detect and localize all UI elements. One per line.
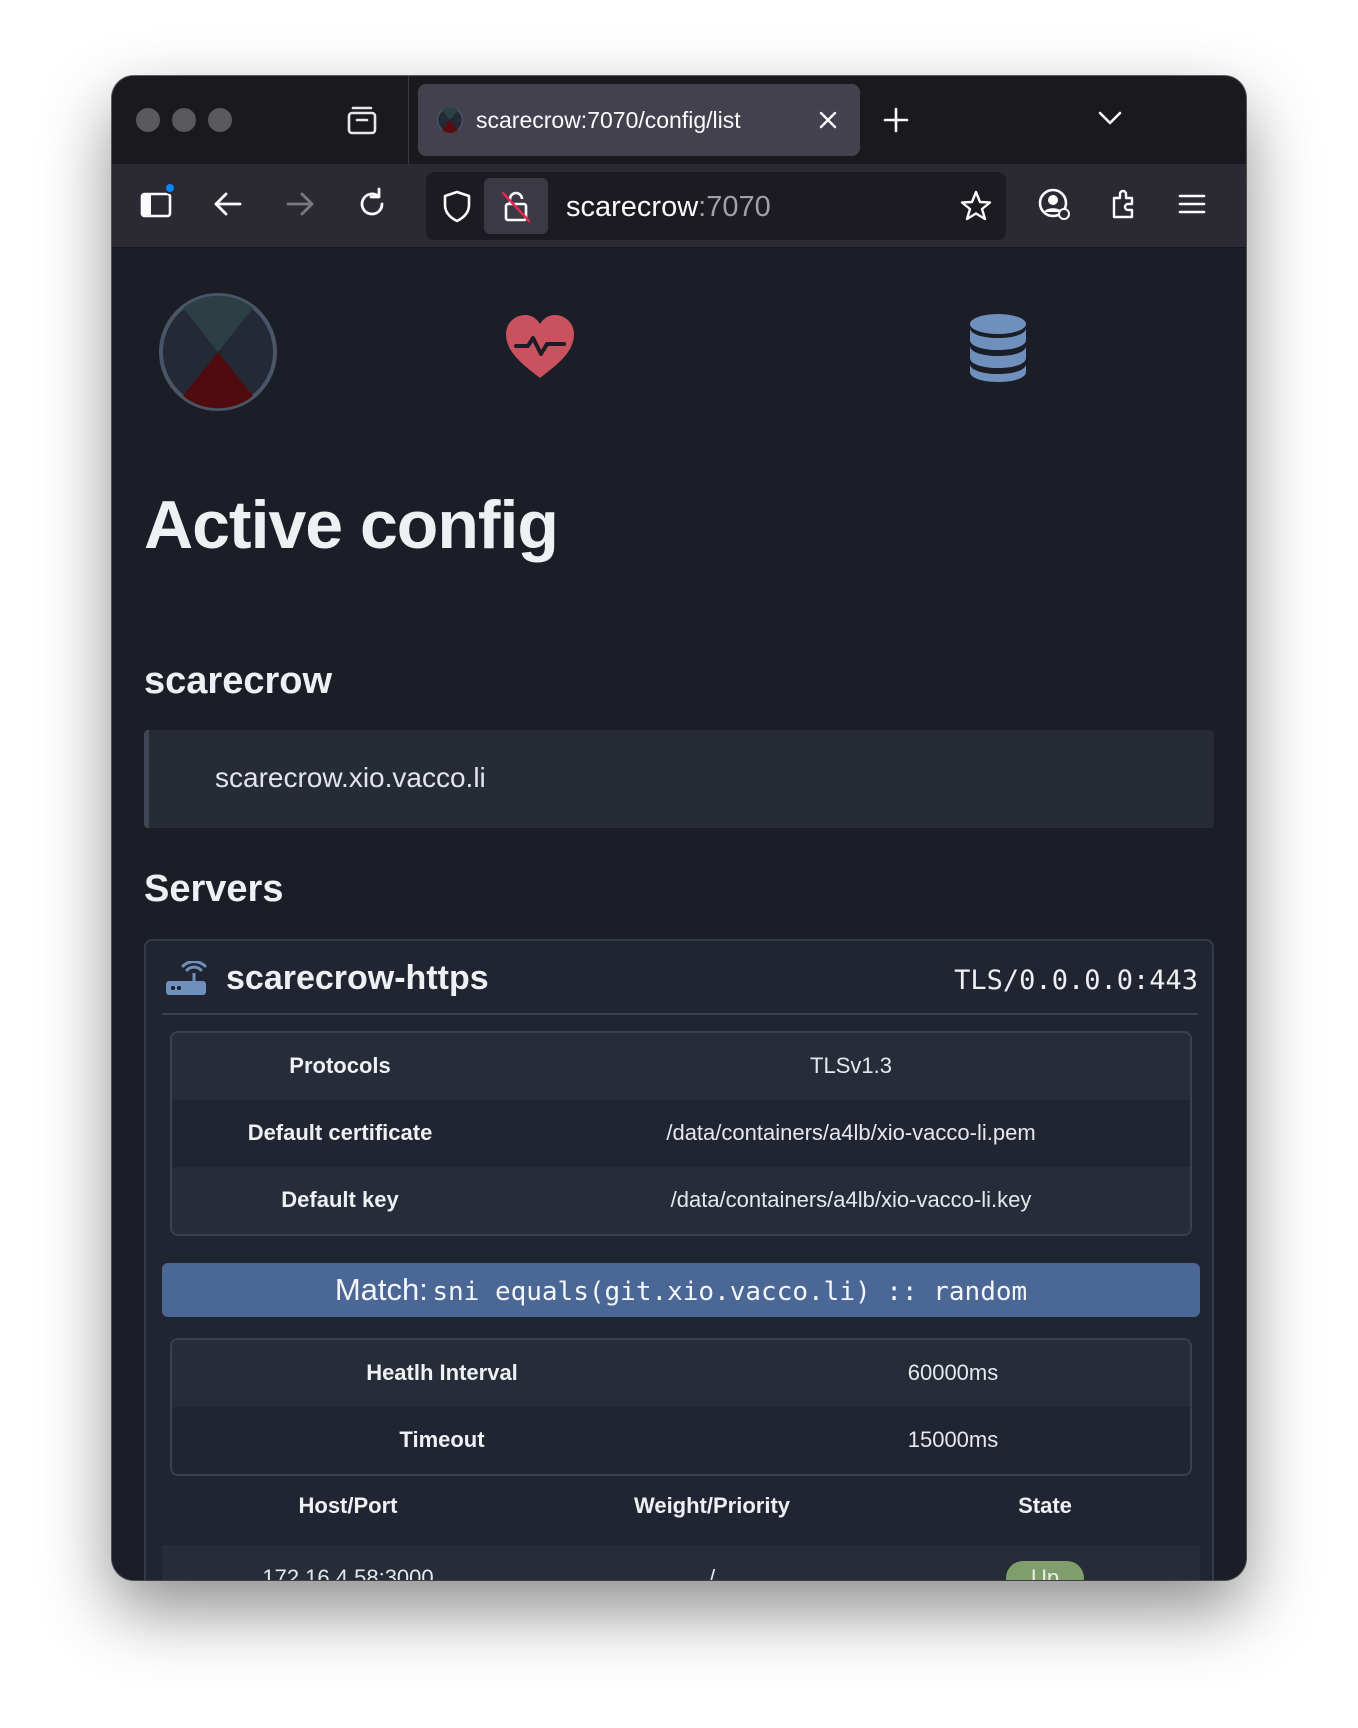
setting-value: TLSv1.3 (810, 1053, 892, 1078)
setting-value: /data/containers/a4lb/xio-vacco-li.pem (666, 1120, 1036, 1145)
minimize-window-button[interactable] (172, 108, 196, 132)
site-favicon-icon (436, 106, 464, 134)
notification-dot (164, 182, 176, 194)
tab-active[interactable]: scarecrow:7070/config/list (418, 84, 860, 156)
star-icon[interactable] (958, 188, 994, 224)
back-arrow-icon[interactable] (210, 186, 246, 222)
column-header-host: Host/Port (298, 1493, 398, 1518)
page-title: Active config (144, 487, 559, 563)
match-expression: sni equals(git.xio.vacco.li) :: random (432, 1277, 1028, 1307)
table-row: Timeout 15000ms (172, 1407, 1190, 1474)
instance-name: scarecrow (144, 660, 333, 702)
server-settings-table: Protocols TLSv1.3 Default certificate /d… (170, 1031, 1192, 1236)
close-tab-icon[interactable] (814, 106, 842, 134)
table-row: Default certificate /data/containers/a4l… (172, 1100, 1190, 1167)
address-bar[interactable]: scarecrow:7070 (426, 172, 1006, 240)
status-badge: Up (1006, 1561, 1084, 1580)
chevron-down-icon[interactable] (1094, 102, 1126, 134)
forward-arrow-icon[interactable] (282, 186, 318, 222)
server-bind-address: TLS/0.0.0.0:443 (954, 965, 1198, 996)
health-settings-table: Heatlh Interval 60000ms Timeout 15000ms (170, 1338, 1192, 1476)
url-text[interactable]: scarecrow:7070 (566, 190, 771, 224)
column-header-weight: Weight/Priority (633, 1493, 791, 1518)
tab-collections-icon[interactable] (344, 102, 380, 138)
table-row: Default key /data/containers/a4lb/xio-va… (172, 1167, 1190, 1234)
servers-heading: Servers (144, 868, 284, 910)
instance-description: scarecrow.xio.vacco.li (215, 762, 486, 793)
url-host: scarecrow (566, 191, 699, 223)
match-label: Match: (334, 1272, 428, 1307)
scarecrow-logo[interactable] (158, 292, 278, 412)
database-icon[interactable] (968, 312, 1028, 384)
new-tab-icon[interactable] (880, 104, 912, 136)
table-row: 172.16.4.58:3000 / Up (162, 1545, 1200, 1580)
setting-key: Timeout (399, 1427, 485, 1452)
site-info-button[interactable] (484, 178, 548, 234)
column-header-state: State (1018, 1493, 1072, 1518)
reload-icon[interactable] (354, 186, 390, 222)
backends-table-header: Host/Port Weight/Priority State (162, 1493, 1200, 1523)
page-content: Active config scarecrow scarecrow.xio.va… (112, 248, 1246, 1580)
shield-icon[interactable] (440, 188, 474, 224)
browser-window: scarecrow:7070/config/list scarecrow:707… (112, 76, 1246, 1580)
setting-key: Protocols (289, 1053, 391, 1078)
setting-key: Default key (281, 1187, 399, 1212)
setting-value: 15000ms (907, 1427, 999, 1452)
server-name: scarecrow-https (226, 959, 489, 997)
backend-host: 172.16.4.58:3000 (262, 1565, 434, 1580)
heart-pulse-icon[interactable] (502, 312, 578, 382)
lock-insecure-icon (501, 191, 531, 223)
match-rule-header: Match: sni equals(git.xio.vacco.li) :: r… (162, 1263, 1200, 1317)
setting-key: Default certificate (247, 1120, 433, 1145)
setting-value: 60000ms (907, 1360, 999, 1385)
setting-value: /data/containers/a4lb/xio-vacco-li.key (670, 1187, 1032, 1212)
navigation-toolbar: scarecrow:7070 (112, 164, 1246, 248)
url-port: :7070 (698, 191, 771, 223)
server-header: scarecrow-https TLS/0.0.0.0:443 (162, 941, 1198, 1015)
tab-divider (408, 76, 409, 164)
account-icon[interactable] (1036, 186, 1072, 222)
menu-icon[interactable] (1174, 186, 1210, 222)
table-row: Heatlh Interval 60000ms (172, 1340, 1190, 1407)
tab-bar: scarecrow:7070/config/list (112, 76, 1246, 164)
table-row: Protocols TLSv1.3 (172, 1033, 1190, 1100)
zoom-window-button[interactable] (208, 108, 232, 132)
instance-description-block: scarecrow.xio.vacco.li (144, 730, 1214, 828)
tab-title: scarecrow:7070/config/list (476, 107, 741, 133)
router-icon (166, 961, 207, 995)
extensions-icon[interactable] (1106, 186, 1142, 222)
server-card: scarecrow-https TLS/0.0.0.0:443 Protocol… (144, 939, 1214, 1580)
close-window-button[interactable] (136, 108, 160, 132)
backend-weight: / (708, 1565, 716, 1580)
setting-key: Heatlh Interval (366, 1360, 518, 1385)
